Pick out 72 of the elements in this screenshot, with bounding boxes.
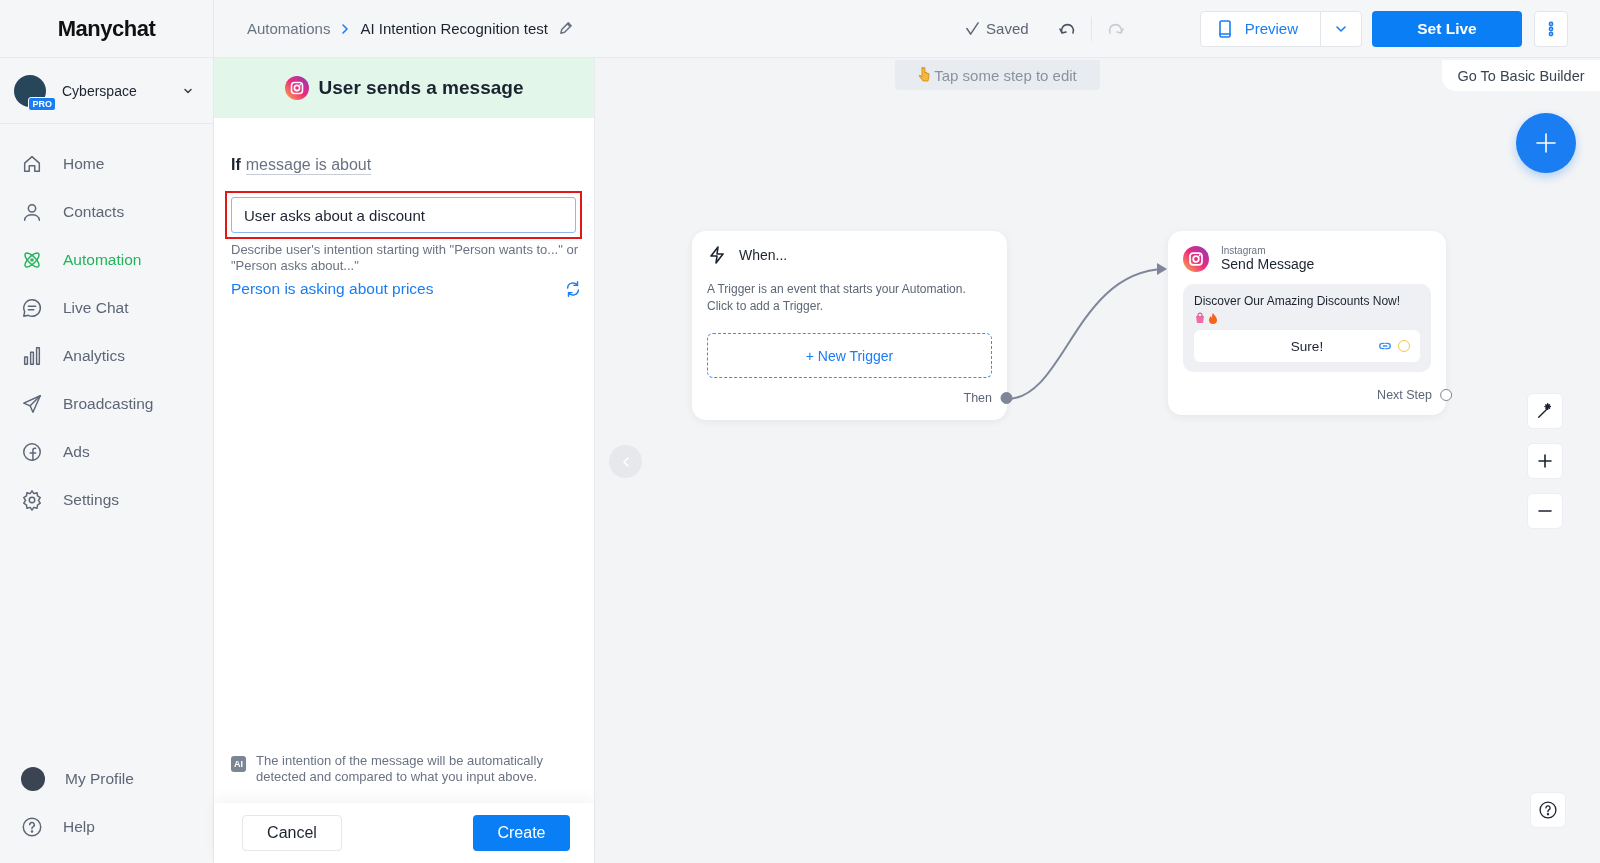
logo: Manychat	[57, 15, 156, 42]
nav-item[interactable]: Home	[0, 140, 213, 188]
paper-plane-icon	[21, 393, 43, 415]
person-icon	[21, 201, 43, 223]
breadcrumb-link[interactable]: Automations	[247, 20, 331, 37]
condition-label: If	[231, 156, 241, 175]
nav-item[interactable]: Analytics	[0, 332, 213, 380]
platform-label: Instagram	[1221, 245, 1267, 256]
nav-item[interactable]: Settings	[0, 476, 213, 524]
output-label: Next Step	[1377, 388, 1432, 402]
nav-item[interactable]: Broadcasting	[0, 380, 213, 428]
help-icon	[1538, 800, 1558, 820]
save-status: Saved	[986, 20, 1029, 37]
nav-item[interactable]: Contacts	[0, 188, 213, 236]
plus-icon	[1534, 131, 1558, 155]
settings-icon	[21, 489, 43, 511]
bar-chart-icon	[21, 345, 43, 367]
chevron-left-icon	[620, 455, 631, 468]
basic-builder-button[interactable]: Go To Basic Builder	[1442, 60, 1600, 91]
plan-badge: PRO	[28, 96, 56, 111]
more-button[interactable]	[1534, 10, 1568, 47]
node-title: When...	[739, 247, 788, 263]
flame-icon	[1207, 312, 1219, 324]
lightning-icon	[707, 245, 727, 265]
help-button[interactable]	[1530, 792, 1566, 828]
zoom-in-button[interactable]	[1527, 443, 1563, 479]
output-label: Then	[963, 391, 992, 405]
phone-icon	[1216, 19, 1233, 38]
set-live-button[interactable]: Set Live	[1372, 10, 1522, 47]
checkmark-icon	[965, 21, 981, 36]
cancel-button[interactable]: Cancel	[242, 815, 342, 851]
suggestion-link[interactable]: Person is asking about prices	[231, 280, 434, 298]
facebook-icon	[21, 441, 43, 463]
add-button[interactable]	[1516, 113, 1576, 173]
chevron-right-icon	[340, 22, 351, 35]
condition-selector[interactable]: message is about	[245, 156, 372, 175]
new-trigger-button[interactable]: + New Trigger	[707, 333, 992, 378]
nav-item[interactable]: Live Chat	[0, 284, 213, 332]
account-switcher[interactable]: PRO Cyberspace	[0, 58, 213, 124]
magic-wand-icon	[1536, 402, 1554, 420]
plus-icon	[1537, 453, 1553, 469]
nav-item[interactable]: Ads	[0, 428, 213, 476]
ai-badge: AI	[231, 756, 246, 772]
refresh-icon	[564, 280, 582, 298]
hint-banner: Tap some step to edit	[895, 60, 1100, 90]
message-text: Discover Our Amazing Discounts Now!	[1194, 294, 1402, 308]
home-icon	[21, 153, 43, 175]
automation-title: AI Intention Recognition test	[360, 20, 548, 37]
instagram-icon	[1183, 245, 1209, 272]
chat-bubble-icon	[21, 297, 43, 319]
nav-item[interactable]: My Profile	[0, 755, 213, 803]
node-title: Send Message	[1221, 256, 1315, 272]
magic-wand-button[interactable]	[1527, 393, 1563, 429]
refresh-button[interactable]	[564, 280, 582, 298]
shopping-bag-icon	[1194, 312, 1206, 324]
create-button[interactable]: Create	[473, 815, 570, 851]
intent-input-field[interactable]: User asks about a discount	[231, 197, 576, 233]
hint-text: Describe user's intention starting with "Person wants to..." or "Person asks about..."	[231, 242, 579, 274]
minus-icon	[1538, 509, 1552, 513]
atom-icon	[21, 249, 43, 271]
help-icon	[21, 816, 43, 838]
nav-item[interactable]: Help	[0, 803, 213, 851]
node-description: A Trigger is an event that starts your Automation. Click to add a Trigger.	[707, 281, 967, 315]
account-name: Cyberspace	[62, 82, 138, 99]
message-button[interactable]: Sure!	[1194, 330, 1420, 362]
pencil-icon	[558, 21, 573, 36]
info-text: The intention of the message will be automatically detected and compared to what you input above.	[256, 753, 544, 785]
zoom-out-button[interactable]	[1527, 493, 1563, 529]
more-icon	[1548, 20, 1554, 37]
instagram-icon	[284, 76, 309, 100]
panel-title: User sends a message	[318, 77, 524, 99]
avatar	[21, 767, 45, 791]
